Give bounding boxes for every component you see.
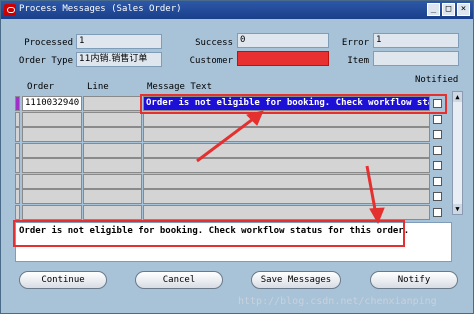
arrow-to-message-box bbox=[365, 165, 378, 216]
process-messages-window: Process Messages (Sales Order) _ □ × Pro… bbox=[0, 0, 474, 314]
arrowhead-down-icon bbox=[369, 207, 385, 225]
arrow-to-table-row bbox=[196, 114, 258, 163]
annotation-arrows bbox=[196, 110, 385, 225]
